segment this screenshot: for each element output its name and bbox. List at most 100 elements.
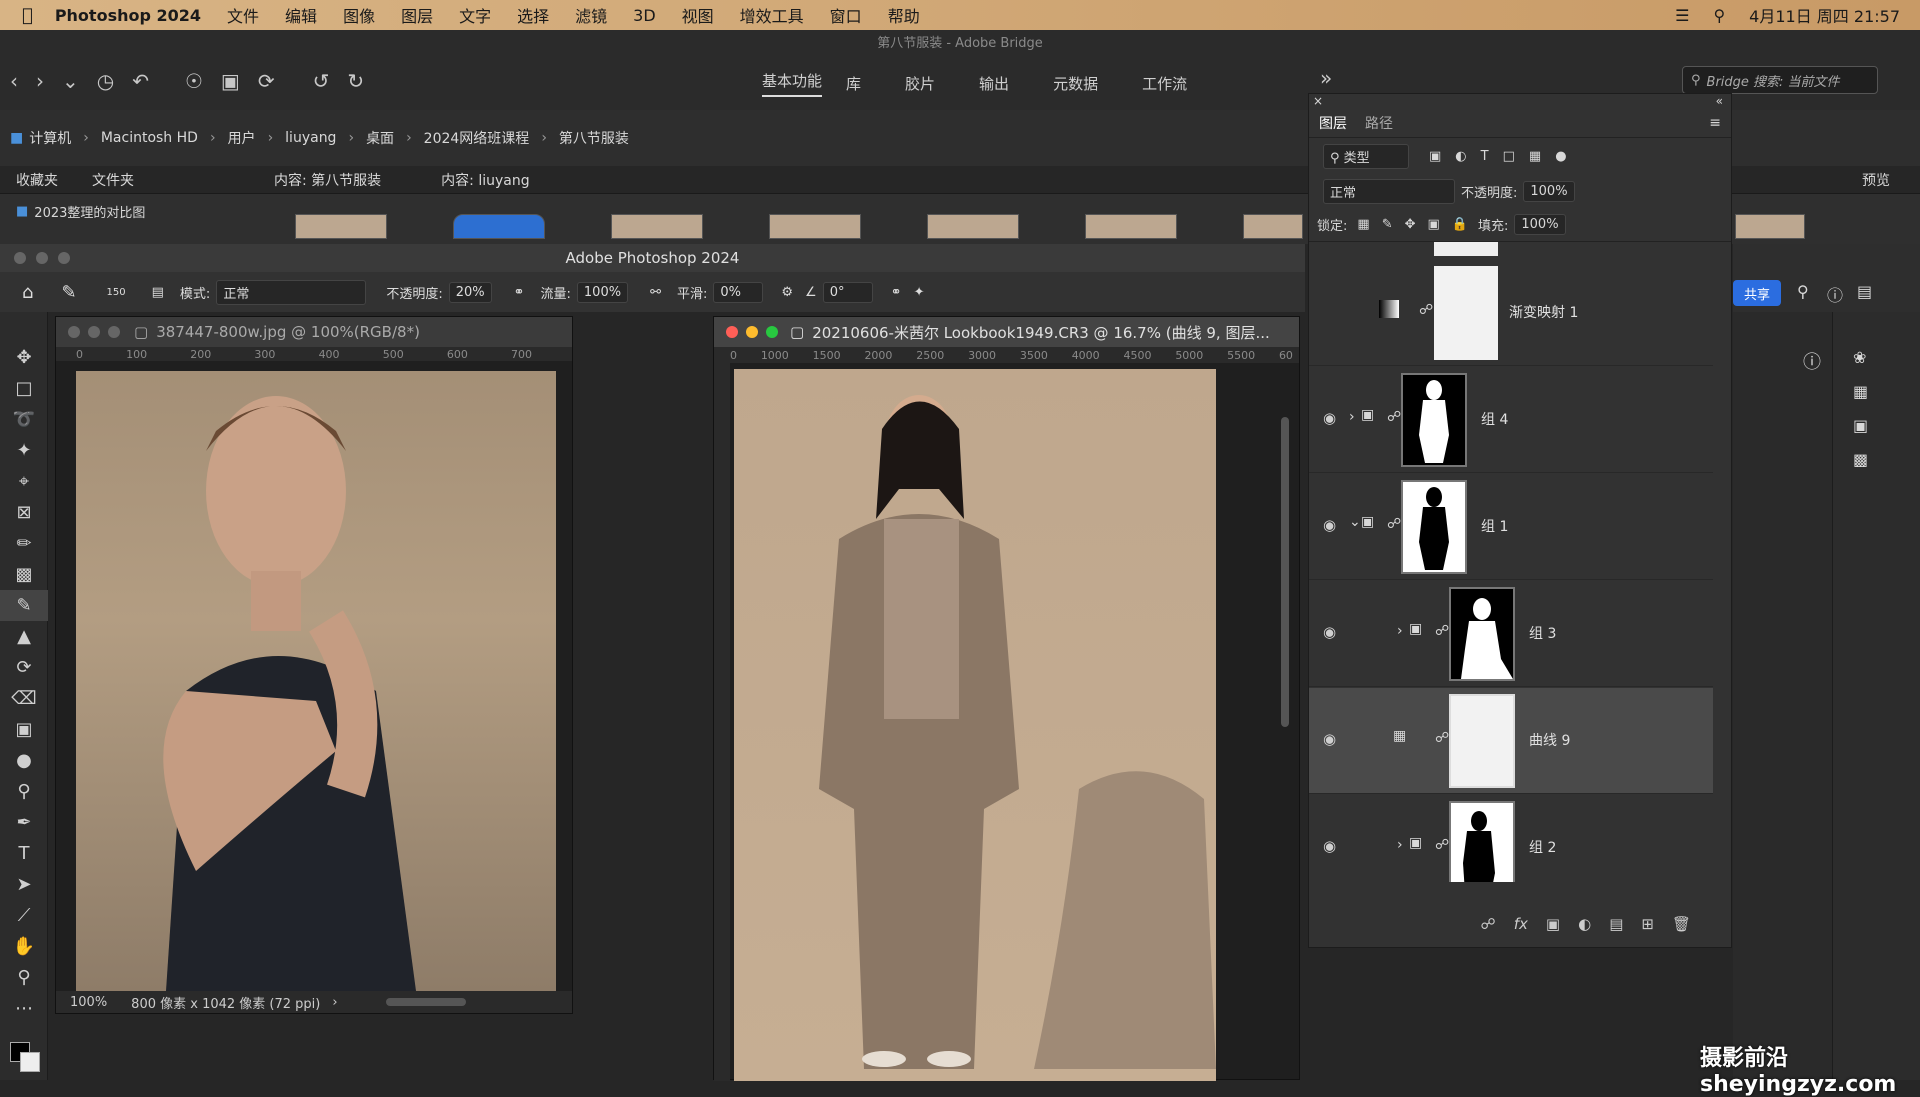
crumb-desktop[interactable]: 桌面 [366, 128, 394, 148]
search-icon[interactable]: ⚲ [1797, 282, 1809, 301]
adjustment-layer-icon[interactable]: ◐ [1578, 915, 1591, 933]
share-button[interactable]: 共享 [1733, 280, 1781, 306]
thumbnail[interactable] [927, 214, 1019, 239]
crumb-computer[interactable]: 计算机 [29, 128, 71, 148]
history-brush-icon[interactable]: ⟳ [0, 652, 48, 683]
menu-plugins[interactable]: 增效工具 [740, 3, 804, 27]
layer-name[interactable]: 组 2 [1529, 837, 1556, 857]
search-icon[interactable]: ⚲ [1713, 6, 1725, 25]
thumbnail[interactable] [295, 214, 387, 239]
link-layers-icon[interactable]: ☍ [1481, 915, 1496, 933]
angle-input[interactable]: 0° [822, 281, 873, 303]
pen-tool-icon[interactable]: ✒ [0, 807, 48, 838]
thumbnail[interactable] [453, 214, 545, 239]
layer-row[interactable]: ◉ ⌄ ▣ ☍ 组 1 [1309, 474, 1713, 580]
tab-library[interactable]: 库 [846, 73, 861, 94]
healing-brush-icon[interactable]: ▩ [0, 559, 48, 590]
crumb-users[interactable]: 用户 [228, 128, 256, 148]
chevron-right-icon[interactable]: › [332, 995, 337, 1010]
more-icon[interactable]: » [1320, 66, 1332, 90]
brush-tool-icon[interactable]: ✎ [0, 590, 48, 621]
eye-icon[interactable]: ◉ [1323, 516, 1336, 534]
menu-edit[interactable]: 编辑 [285, 3, 317, 27]
menu-view[interactable]: 视图 [682, 3, 714, 27]
eye-icon[interactable]: ◉ [1323, 409, 1336, 427]
tab-favorites[interactable]: 收藏夹 [16, 170, 58, 190]
bridge-search[interactable]: ⚲ Bridge 搜索: 当前文件 [1682, 66, 1878, 94]
filter-pixel-icon[interactable]: ▣ [1429, 149, 1441, 164]
tab-paths[interactable]: 路径 [1365, 113, 1393, 133]
filter-adjust-icon[interactable]: ◐ [1455, 149, 1466, 164]
home-icon[interactable]: ⌂ [22, 282, 33, 303]
crumb-macintosh[interactable]: Macintosh HD [101, 130, 198, 146]
folder-item[interactable]: ■ 2023整理的对比图 [16, 202, 145, 221]
magic-wand-icon[interactable]: ✦ [0, 435, 48, 466]
menu-type[interactable]: 文字 [459, 3, 491, 27]
menu-3d[interactable]: 3D [633, 6, 656, 25]
panel-menu-icon[interactable]: ≡ [1709, 115, 1721, 131]
layer-name[interactable]: 曲线 9 [1529, 730, 1570, 750]
layer-row[interactable]: ◉ › ▣ ☍ 组 4 [1309, 367, 1713, 473]
filter-kind-select[interactable]: ⚲ 类型 [1323, 143, 1409, 169]
layer-row-selected[interactable]: ◉ ▦ ☍ 曲线 9 [1309, 688, 1713, 794]
menu-window[interactable]: 窗口 [830, 3, 862, 27]
crop-tool-icon[interactable]: ⌖ [0, 466, 48, 497]
color-icon[interactable]: ❀ [1853, 348, 1866, 367]
smooth-input[interactable]: 0% [713, 281, 764, 303]
stamp-tool-icon[interactable]: ▲ [0, 621, 48, 652]
blend-mode-select[interactable]: 正常 [1323, 178, 1455, 204]
chevron-down-icon[interactable]: ⌄ [1349, 514, 1361, 530]
layer-row[interactable]: ◉ › ▣ ☍ 组 2 [1309, 795, 1713, 882]
info-icon[interactable]: ⓘ [1803, 348, 1821, 374]
pressure-opacity-icon[interactable]: ⚭ [514, 285, 525, 300]
tab-layers[interactable]: 图层 [1319, 113, 1347, 133]
brush-panel-icon[interactable]: ▤ [152, 285, 164, 300]
filter-smart-icon[interactable]: ▦ [1529, 149, 1541, 164]
tab-filmstrip[interactable]: 胶片 [905, 73, 935, 94]
crumb-current[interactable]: 第八节服装 [559, 128, 629, 148]
new-group-icon[interactable]: ▤ [1609, 915, 1623, 933]
fill-input[interactable]: 100% [1514, 214, 1566, 235]
minimize-button[interactable] [88, 326, 100, 338]
tab-output[interactable]: 输出 [979, 73, 1009, 94]
chevron-right-icon[interactable]: › [1397, 837, 1403, 853]
clock[interactable]: 4月11日 周四 21:57 [1749, 3, 1900, 27]
opacity-input[interactable]: 100% [1523, 180, 1575, 202]
sync-icon[interactable]: ⟳ [258, 69, 275, 93]
lock-position-icon[interactable]: ✥ [1405, 217, 1416, 232]
close-button[interactable] [726, 326, 738, 338]
collapse-icon[interactable]: « [1716, 94, 1723, 108]
workspace-icon[interactable]: ▤ [1857, 282, 1872, 301]
path-select-icon[interactable]: ➤ [0, 869, 48, 900]
brush-size[interactable]: 150 [107, 287, 126, 298]
lock-artboard-icon[interactable]: ▣ [1428, 217, 1440, 232]
menu-layer[interactable]: 图层 [401, 3, 433, 27]
close-button[interactable] [68, 326, 80, 338]
close-button[interactable] [14, 252, 26, 264]
trash-icon[interactable]: 🗑 [1672, 915, 1691, 933]
mode-select[interactable]: 正常 [216, 279, 367, 305]
eye-icon[interactable]: ◉ [1323, 623, 1336, 641]
layer-name[interactable]: 组 1 [1481, 516, 1508, 536]
marquee-tool-icon[interactable]: □ [0, 373, 48, 404]
zoom-level[interactable]: 100% [70, 995, 107, 1010]
background-color[interactable] [20, 1052, 40, 1072]
canvas-image-2[interactable] [734, 369, 1216, 1081]
eyedropper-icon[interactable]: ✏ [0, 528, 48, 559]
chevron-right-icon[interactable]: › [1397, 623, 1403, 639]
help-icon[interactable]: ⓘ [1827, 282, 1843, 306]
document-tab-1[interactable]: ▢ 387447-800w.jpg @ 100%(RGB/8*) [56, 317, 572, 347]
add-mask-icon[interactable]: ▣ [1546, 915, 1560, 933]
tab-metadata[interactable]: 元数据 [1053, 73, 1098, 94]
menu-help[interactable]: 帮助 [888, 3, 920, 27]
type-tool-icon[interactable]: T [0, 838, 48, 869]
tab-workflow[interactable]: 工作流 [1142, 73, 1187, 94]
pressure-size-icon[interactable]: ⚭ [891, 285, 902, 300]
gear-icon[interactable]: ⚙ [781, 285, 793, 300]
history-icon[interactable]: ◷ [97, 69, 114, 93]
vertical-ruler[interactable] [714, 363, 730, 1081]
zoom-button[interactable] [58, 252, 70, 264]
horizontal-scrollbar[interactable] [386, 998, 466, 1006]
brush-icon[interactable]: ✎ [61, 282, 76, 303]
hand-tool-icon[interactable]: ✋ [0, 931, 48, 962]
